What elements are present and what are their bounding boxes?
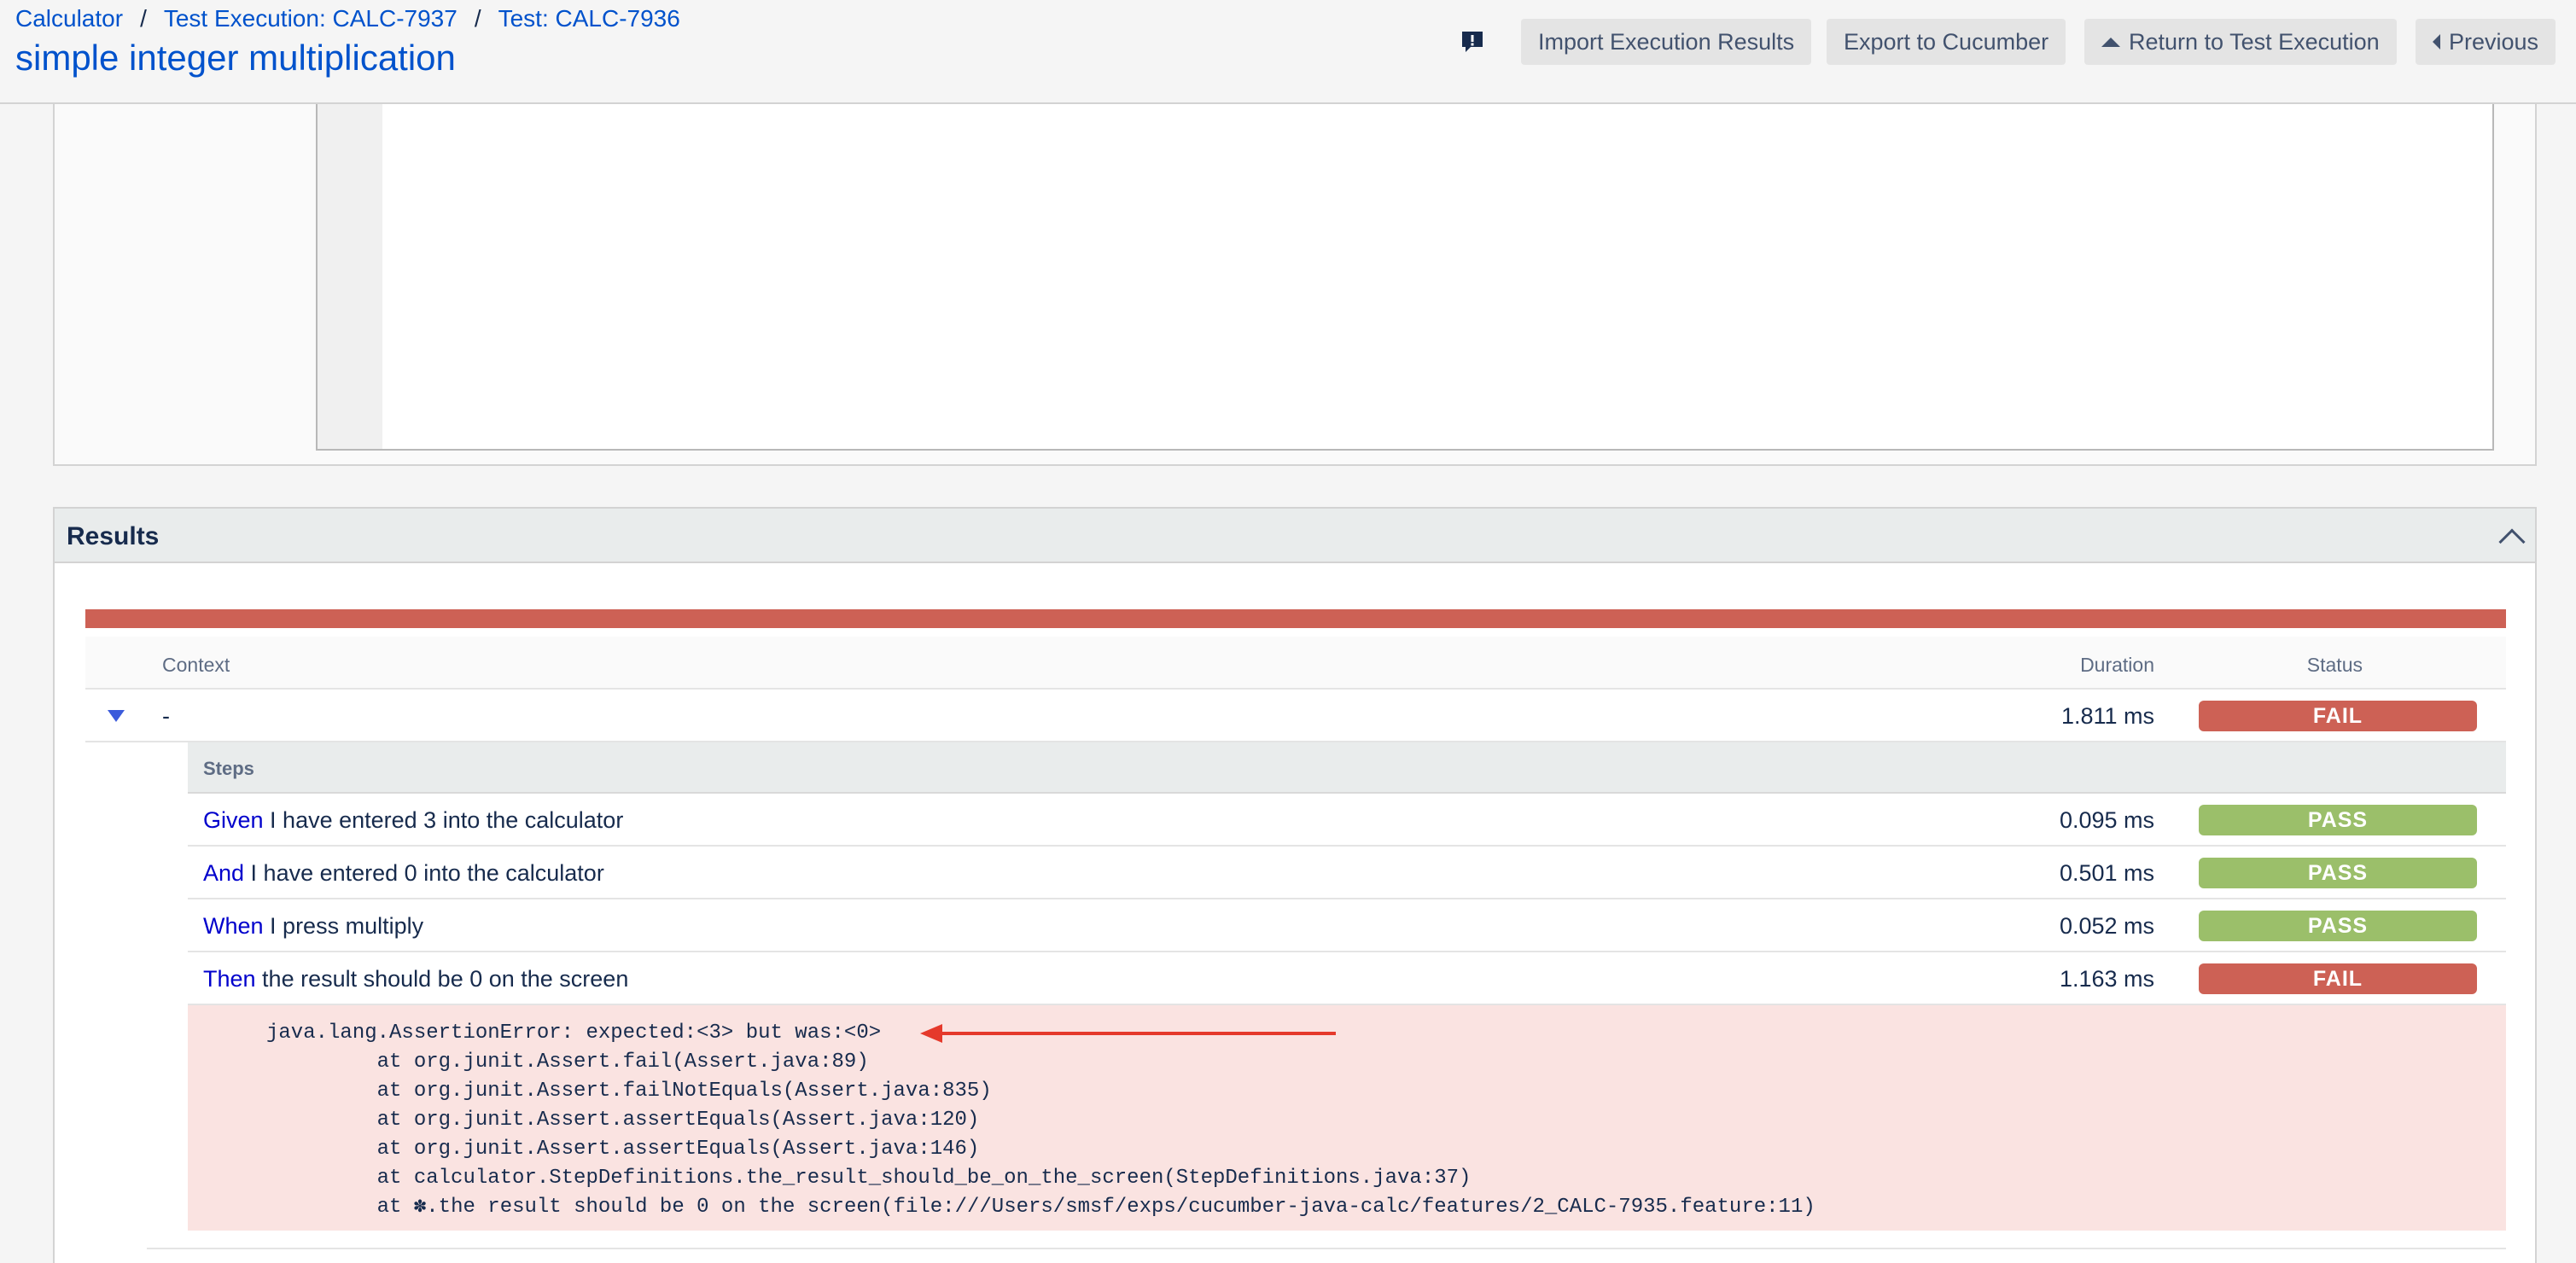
- test-definition-panel: [53, 104, 2537, 466]
- import-execution-results-button[interactable]: Import Execution Results: [1521, 19, 1812, 65]
- breadcrumb-separator: /: [474, 5, 481, 32]
- breadcrumb-project-link[interactable]: Calculator: [15, 5, 123, 32]
- step-text: Given I have entered 3 into the calculat…: [203, 807, 623, 834]
- step-duration: 0.501 ms: [2059, 860, 2154, 886]
- step-keyword: When: [203, 913, 264, 939]
- export-button-label: Export to Cucumber: [1844, 28, 2049, 55]
- step-description: the result should be 0 on the screen: [255, 966, 629, 992]
- step-description: I have entered 3 into the calculator: [263, 807, 624, 833]
- annotation-arrow-line: [939, 1032, 1336, 1035]
- column-header-duration: Duration: [2080, 654, 2154, 676]
- previous-button[interactable]: Previous: [2416, 19, 2556, 65]
- context-row: - 1.811 ms FAIL: [85, 690, 2506, 742]
- step-row: Given I have entered 3 into the calculat…: [188, 794, 2506, 847]
- editor-gutter: [318, 104, 382, 449]
- status-badge: FAIL: [2199, 963, 2477, 994]
- divider: [147, 1248, 2506, 1249]
- results-panel: Results Context Duration Status - 1.811 …: [53, 507, 2537, 1263]
- step-text: When I press multiply: [203, 913, 423, 940]
- step-keyword: Given: [203, 807, 264, 833]
- step-keyword: And: [203, 860, 245, 886]
- steps-header: Steps: [188, 742, 2506, 794]
- import-button-label: Import Execution Results: [1538, 28, 1795, 55]
- breadcrumb-execution-link[interactable]: Test Execution: CALC-7937: [164, 5, 458, 32]
- results-title: Results: [67, 522, 160, 550]
- arrow-up-icon: [2101, 37, 2120, 47]
- step-duration: 0.095 ms: [2059, 807, 2154, 833]
- step-text: And I have entered 0 into the calculator: [203, 860, 604, 887]
- step-text: Then the result should be 0 on the scree…: [203, 966, 628, 992]
- breadcrumb: Calculator / Test Execution: CALC-7937 /…: [15, 5, 680, 32]
- step-keyword: Then: [203, 966, 256, 992]
- chevron-up-icon[interactable]: [2498, 528, 2526, 556]
- step-row: When I press multiply 0.052 ms PASS: [188, 899, 2506, 952]
- arrow-left-icon: [2433, 34, 2440, 49]
- steps-block: Steps Given I have entered 3 into the ca…: [188, 742, 2506, 1231]
- results-header[interactable]: Results: [55, 509, 2535, 563]
- step-row: And I have entered 0 into the calculator…: [188, 847, 2506, 899]
- stack-trace: java.lang.AssertionError: expected:<3> b…: [266, 1021, 1815, 1219]
- context-duration: 1.811 ms: [2060, 703, 2154, 729]
- column-header-context: Context: [162, 654, 230, 676]
- return-to-test-execution-button[interactable]: Return to Test Execution: [2084, 19, 2397, 65]
- status-badge: PASS: [2199, 805, 2477, 835]
- expand-triangle-icon[interactable]: [108, 710, 125, 722]
- results-table: Context Duration Status - 1.811 ms FAIL …: [85, 637, 2506, 1231]
- step-row: Then the result should be 0 on the scree…: [188, 952, 2506, 1005]
- return-button-label: Return to Test Execution: [2129, 28, 2380, 55]
- breadcrumb-separator: /: [140, 5, 147, 32]
- overall-status-bar: [85, 609, 2506, 628]
- status-badge: PASS: [2199, 911, 2477, 941]
- previous-button-label: Previous: [2449, 28, 2539, 55]
- steps-label: Steps: [203, 758, 254, 779]
- page-header: Calculator / Test Execution: CALC-7937 /…: [0, 0, 2576, 104]
- code-editor[interactable]: [316, 104, 2494, 451]
- page-title: simple integer multiplication: [15, 38, 456, 78]
- status-badge: PASS: [2199, 858, 2477, 888]
- error-message-box: java.lang.AssertionError: expected:<3> b…: [188, 1005, 2506, 1231]
- feedback-icon[interactable]: [1460, 29, 1485, 55]
- step-description: I have entered 0 into the calculator: [244, 860, 604, 886]
- step-duration: 0.052 ms: [2059, 913, 2154, 939]
- export-to-cucumber-button[interactable]: Export to Cucumber: [1827, 19, 2066, 65]
- breadcrumb-test-link[interactable]: Test: CALC-7936: [498, 5, 680, 32]
- status-badge: FAIL: [2199, 701, 2477, 731]
- step-description: I press multiply: [263, 913, 424, 939]
- step-duration: 1.163 ms: [2059, 966, 2154, 992]
- context-name: -: [162, 703, 170, 729]
- table-header: Context Duration Status: [85, 637, 2506, 690]
- column-header-status: Status: [2306, 654, 2363, 676]
